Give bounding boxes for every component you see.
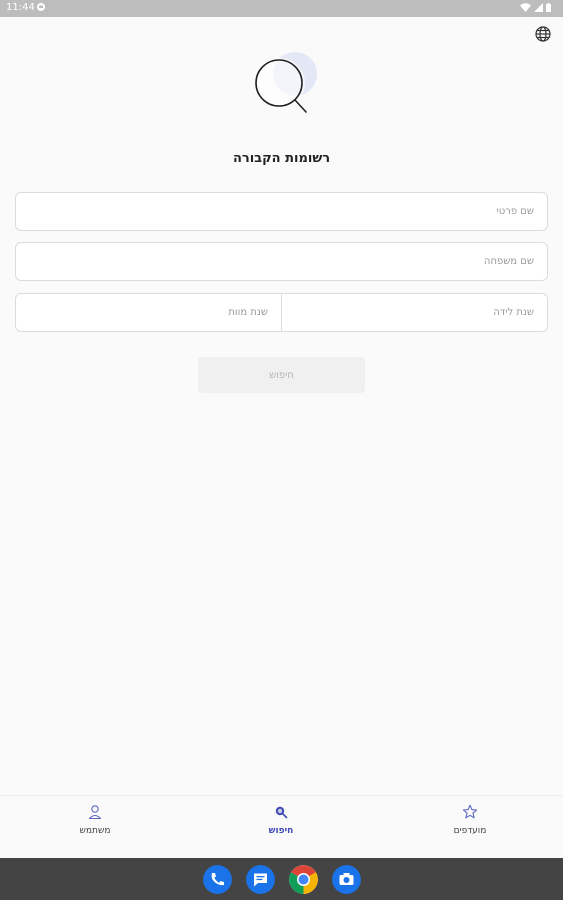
- year-range-row: [15, 293, 548, 332]
- nav-item-user[interactable]: משתמש: [40, 804, 150, 836]
- wifi-icon: [520, 3, 531, 12]
- last-name-field-container: [15, 242, 548, 281]
- status-time: 11:44: [6, 2, 35, 13]
- chrome-icon[interactable]: [289, 865, 318, 894]
- search-button[interactable]: חיפוש: [198, 357, 365, 393]
- messages-icon[interactable]: [246, 865, 275, 894]
- page-title: רשומות הקבורה: [232, 151, 331, 166]
- nav-item-favorites[interactable]: מועדפים: [415, 804, 525, 836]
- magnifier-illustration-icon: [255, 52, 317, 113]
- nav-item-search[interactable]: חיפוש: [226, 804, 336, 836]
- android-dock: [0, 858, 563, 900]
- nav-label-search: חיפוש: [268, 826, 294, 836]
- birth-year-field-container: [282, 294, 547, 331]
- bottom-navigation: מועדפים חיפוש משתמש: [0, 795, 563, 859]
- signal-icon: [534, 3, 543, 12]
- nav-label-favorites: מועדפים: [453, 826, 487, 836]
- death-year-field-container: [16, 294, 282, 331]
- star-icon: [462, 804, 478, 819]
- search-icon: [275, 806, 288, 819]
- camera-icon[interactable]: [332, 865, 361, 894]
- phone-icon[interactable]: [203, 865, 232, 894]
- death-year-input[interactable]: [16, 294, 281, 331]
- globe-icon[interactable]: [534, 25, 552, 43]
- first-name-input[interactable]: [16, 193, 547, 230]
- battery-icon: [546, 3, 551, 12]
- last-name-input[interactable]: [16, 243, 547, 280]
- first-name-field-container: [15, 192, 548, 231]
- notification-icon: [37, 3, 45, 11]
- user-icon: [88, 805, 102, 820]
- status-indicators: [520, 3, 551, 12]
- status-bar: 11:44: [0, 0, 563, 17]
- birth-year-input[interactable]: [282, 294, 547, 331]
- nav-label-user: משתמש: [79, 826, 111, 836]
